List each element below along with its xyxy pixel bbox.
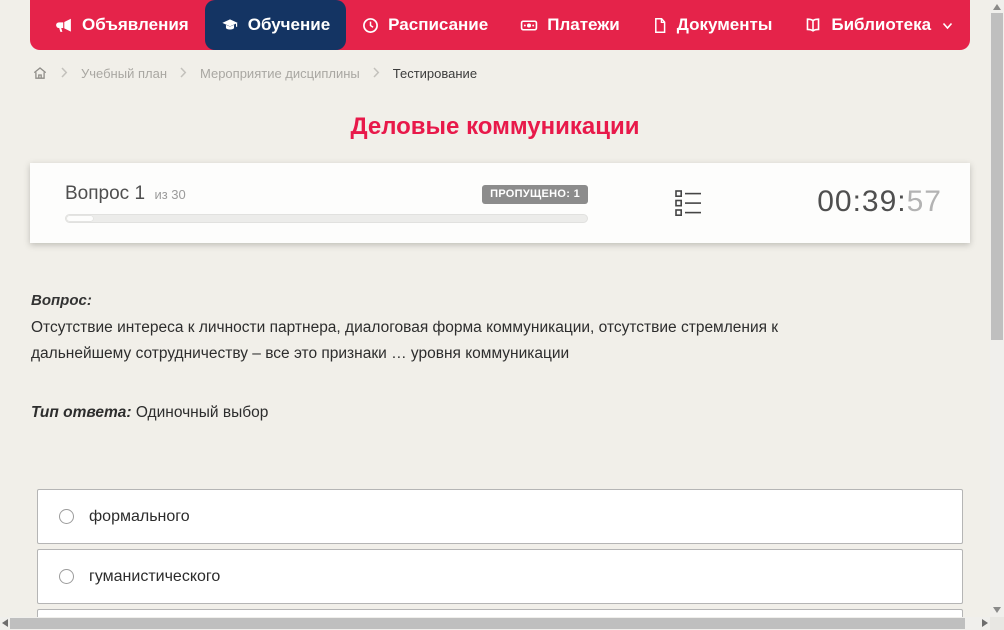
quiz-page: Объявления Обучение Расписание Платежи Д… bbox=[0, 0, 1004, 630]
answer-type-value: Одиночный выбор bbox=[135, 404, 269, 421]
question-counter: Вопрос 1 из 30 bbox=[65, 183, 186, 205]
nav-item-label: Обучение bbox=[247, 15, 331, 34]
horizontal-scrollbar[interactable] bbox=[0, 617, 990, 630]
page-title: Деловые коммуникации bbox=[350, 113, 640, 140]
nav-item-label: Документы bbox=[676, 15, 773, 34]
chevron-right-icon bbox=[373, 66, 380, 81]
megaphone-icon bbox=[56, 17, 73, 34]
document-icon bbox=[652, 17, 668, 34]
chevron-right-icon bbox=[180, 66, 187, 81]
skipped-badge: ПРОПУЩЕНО: 1 bbox=[482, 184, 588, 204]
question-header-panel: Вопрос 1 из 30 ПРОПУЩЕНО: 1 00:39:57 bbox=[30, 163, 970, 243]
radio-button-icon[interactable] bbox=[59, 569, 74, 584]
scroll-down-arrow-icon[interactable] bbox=[993, 607, 1001, 613]
answer-option[interactable]: формального bbox=[37, 489, 963, 544]
question-total: из 30 bbox=[154, 187, 186, 202]
question-number: Вопрос 1 bbox=[65, 183, 146, 204]
question-heading: Вопрос: bbox=[31, 292, 92, 309]
question-progress-block: Вопрос 1 из 30 ПРОПУЩЕНО: 1 bbox=[65, 183, 588, 223]
answer-option-label: гуманистического bbox=[89, 567, 221, 585]
book-icon bbox=[804, 17, 822, 34]
timer-seconds: 57 bbox=[906, 185, 942, 218]
top-navigation: Объявления Обучение Расписание Платежи Д… bbox=[30, 0, 970, 50]
graduation-cap-icon bbox=[221, 17, 239, 34]
scroll-right-arrow-icon[interactable] bbox=[982, 619, 988, 627]
clock-icon bbox=[362, 17, 379, 34]
timer-hours-minutes: 00:39: bbox=[817, 185, 907, 218]
answer-option-label: формального bbox=[89, 507, 190, 525]
scroll-left-arrow-icon[interactable] bbox=[2, 619, 8, 627]
breadcrumb-testing: Тестирование bbox=[392, 65, 478, 81]
horizontal-scrollbar-thumb[interactable] bbox=[10, 618, 965, 629]
question-text: Отсутствие интереса к личности партнера,… bbox=[31, 319, 779, 362]
vertical-scrollbar[interactable] bbox=[990, 0, 1004, 617]
progress-bar-fill bbox=[66, 215, 94, 222]
answer-options: формального гуманистического bbox=[37, 489, 963, 630]
answer-option[interactable]: гуманистического bbox=[37, 549, 963, 604]
vertical-scrollbar-thumb[interactable] bbox=[991, 13, 1003, 340]
nav-item-schedule[interactable]: Расписание bbox=[346, 0, 504, 50]
breadcrumb-curriculum[interactable]: Учебный план bbox=[81, 66, 167, 81]
home-icon[interactable] bbox=[32, 65, 48, 84]
nav-item-label: Платежи bbox=[547, 15, 620, 34]
scroll-up-arrow-icon[interactable] bbox=[993, 4, 1001, 10]
nav-item-label: Расписание bbox=[388, 15, 489, 34]
nav-item-learning[interactable]: Обучение bbox=[204, 0, 347, 50]
progress-bar bbox=[65, 214, 588, 223]
countdown-timer: 00:39:57 bbox=[817, 185, 942, 219]
answer-type-row: Тип ответа: Одиночный выбор bbox=[31, 404, 268, 422]
nav-item-label: Библиотека bbox=[831, 15, 932, 34]
radio-button-icon[interactable] bbox=[59, 509, 74, 524]
nav-item-library[interactable]: Библиотека bbox=[788, 0, 969, 50]
nav-item-label: Объявления bbox=[82, 15, 189, 34]
breadcrumb-discipline-event[interactable]: Мероприятие дисциплины bbox=[200, 66, 360, 81]
nav-item-payments[interactable]: Платежи bbox=[504, 0, 636, 50]
breadcrumb: Учебный план Мероприятие дисциплины Тест… bbox=[32, 61, 477, 85]
answer-type-label: Тип ответа: bbox=[31, 404, 132, 421]
chevron-down-icon bbox=[942, 22, 953, 30]
banknote-icon bbox=[520, 17, 538, 34]
question-list-icon[interactable] bbox=[675, 189, 702, 223]
chevron-right-icon bbox=[61, 66, 68, 81]
nav-item-announcements[interactable]: Объявления bbox=[40, 0, 205, 50]
nav-item-documents[interactable]: Документы bbox=[636, 0, 789, 50]
scrollbar-corner bbox=[990, 617, 1004, 630]
